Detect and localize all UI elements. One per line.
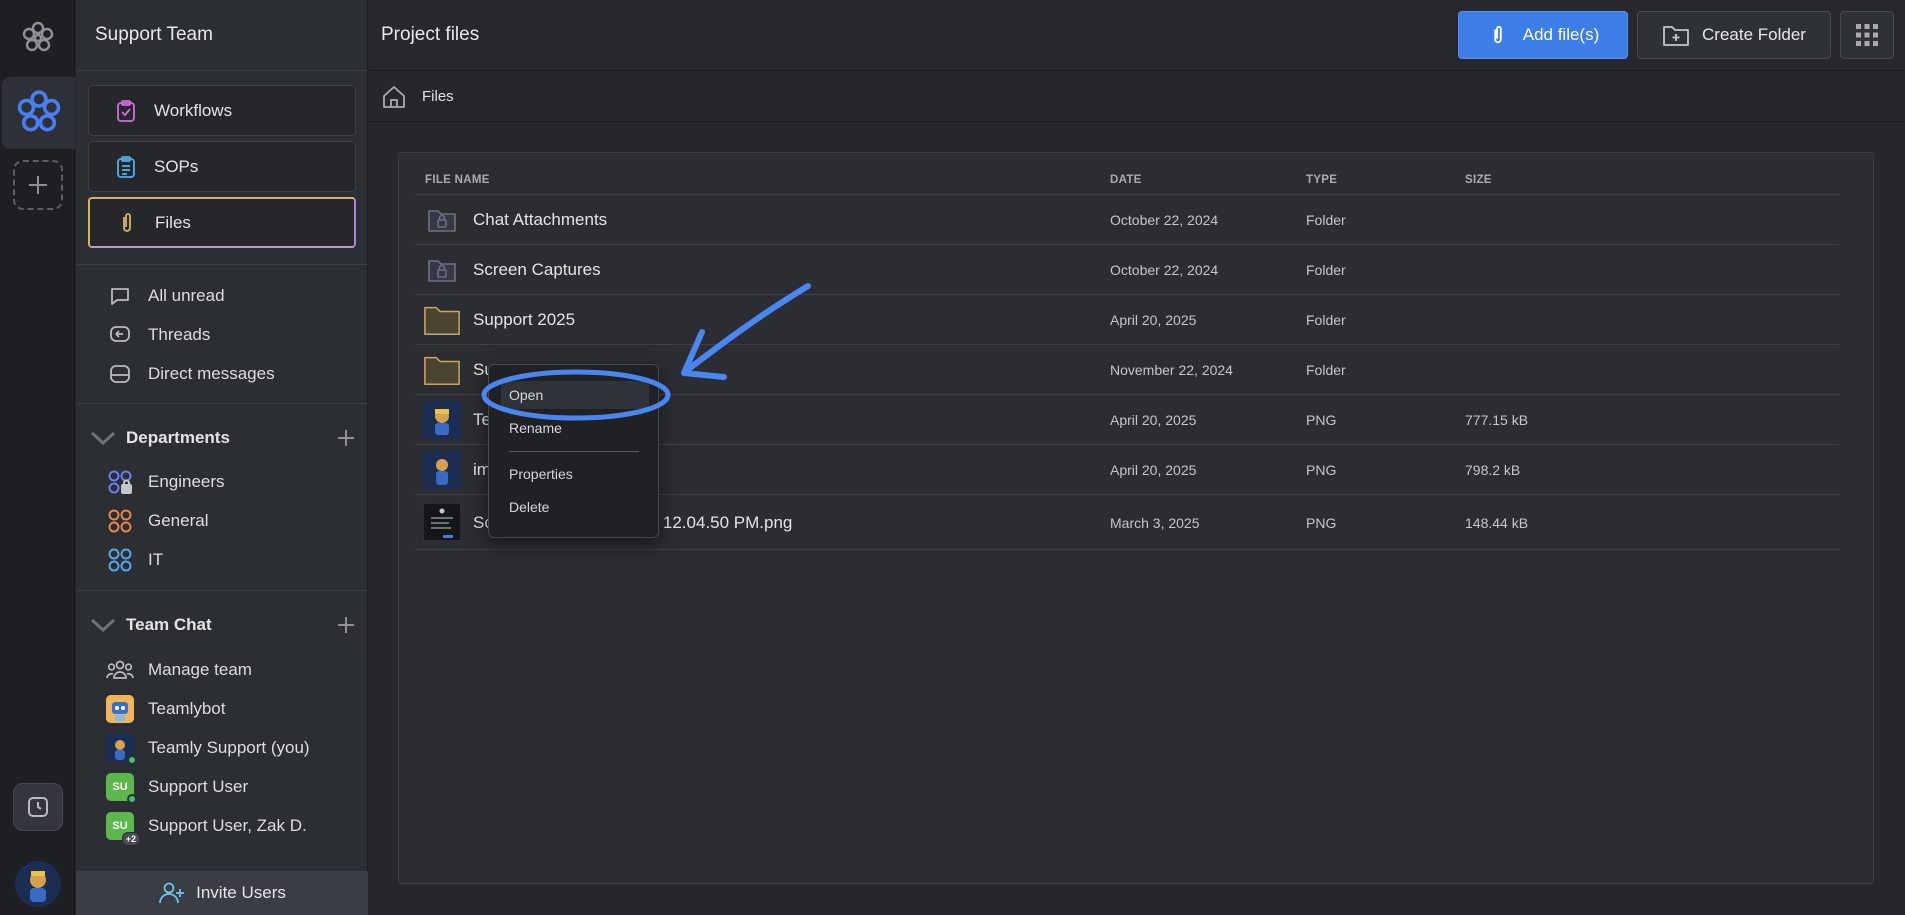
users-icon [106,660,134,679]
sidebar-item-it[interactable]: IT [106,546,163,574]
user-avatar [106,734,137,765]
paperclip-icon [123,212,131,232]
menu-item-rename[interactable]: Rename [509,420,562,436]
image-thumbnail [423,451,461,489]
nav-sops-label: SOPs [154,156,199,176]
sidebar-item-direct-messages[interactable]: Direct messages [106,360,275,388]
context-menu: Open Rename Properties Delete [488,364,659,538]
sidebar-item-manage-team[interactable]: Manage team [106,656,252,684]
flower-workspace-icon [17,90,60,132]
column-date[interactable]: DATE [1110,174,1142,186]
divider [76,70,368,71]
file-name-tail: at 12.04.50 PM.png [644,513,793,532]
history-button[interactable] [13,783,63,831]
add-workspace-button[interactable] [13,160,63,210]
column-file-name[interactable]: FILE NAME [425,174,490,186]
menu-item-properties[interactable]: Properties [509,466,573,482]
nav-sops[interactable]: SOPs [88,141,356,192]
column-size[interactable]: SIZE [1465,174,1492,186]
team-title: Support Team [95,24,213,45]
create-folder-button[interactable]: Create Folder [1637,11,1831,59]
grid-view-button[interactable] [1840,11,1894,59]
initials-avatar: SU [106,773,137,804]
paperclip-icon [1494,25,1502,44]
inbox-icon [110,365,130,383]
member-count-badge: +2 [121,832,140,846]
sidebar-item-teamly-support[interactable]: Teamly Support (you) [106,734,310,765]
breadcrumb: Files [369,72,1905,122]
nav-files[interactable]: Files [88,197,356,248]
folder-plus-icon [1663,26,1689,46]
bot-avatar [106,695,134,723]
flower-logo-icon[interactable] [20,20,56,56]
add-chat-button[interactable] [334,613,358,637]
table-header: FILE NAME DATE TYPE SIZE [415,167,1839,195]
menu-divider [509,451,639,452]
department-icon [108,509,132,533]
page-title: Project files [381,24,480,45]
chevron-down-icon [90,431,116,446]
image-thumbnail [423,401,461,439]
clipboard-check-icon [117,99,135,122]
clock-icon [28,797,48,817]
grid-icon [1856,24,1878,46]
sidebar-item-threads[interactable]: Threads [106,321,210,349]
plus-icon [29,176,47,194]
sidebar-item-engineers[interactable]: Engineers [106,468,225,496]
sidebar: Support Team Workflows SOPs Files All un… [76,0,368,915]
table-row[interactable]: Chat Attachments October 22, 2024 Folder [415,195,1839,245]
department-icon [108,548,132,572]
table-row[interactable]: Support 2025 April 20, 2025 Folder [415,295,1839,345]
add-department-button[interactable] [334,426,358,450]
folder-icon [423,301,461,339]
folder-icon [423,351,461,389]
team-chat-header[interactable]: Team Chat [88,610,358,640]
table-row[interactable]: Screen Captures October 22, 2024 Folder [415,245,1839,295]
user-avatar[interactable] [15,861,61,907]
top-bar: Project files Add file(s) Create Folder [369,0,1905,71]
add-files-button[interactable]: Add file(s) [1458,11,1628,59]
divider [76,264,368,265]
breadcrumb-files[interactable]: Files [422,88,454,105]
sidebar-item-teamlybot[interactable]: Teamlybot [106,695,225,723]
divider [76,590,368,591]
nav-workflows-label: Workflows [154,100,233,120]
user-plus-icon [159,882,185,904]
sidebar-item-all-unread[interactable]: All unread [106,282,225,310]
workspace-support-team[interactable] [2,77,75,149]
menu-item-delete[interactable]: Delete [509,499,549,515]
sidebar-item-support-user[interactable]: SU Support User [106,773,248,804]
home-icon[interactable] [381,84,407,110]
locked-folder-icon [423,251,461,289]
sidebar-item-general[interactable]: General [106,507,208,535]
menu-item-open[interactable]: Open [509,387,543,403]
reply-icon [110,326,130,342]
locked-folder-icon [423,201,461,239]
screenshot-thumbnail [423,503,461,541]
nav-workflows[interactable]: Workflows [88,85,356,136]
divider [76,403,368,404]
plus-icon [338,430,354,446]
chevron-down-icon [90,618,116,633]
clipboard-list-icon [117,155,135,178]
nav-files-label: Files [155,212,191,232]
invite-users-button[interactable]: Invite Users [76,871,368,915]
message-square-icon [111,288,129,305]
column-type[interactable]: TYPE [1306,174,1337,186]
initials-avatar: SU +2 [106,812,140,846]
sidebar-item-group-chat[interactable]: SU +2 Support User, Zak D. [106,812,307,846]
departments-header[interactable]: Departments [88,423,358,453]
workspace-rail [0,0,75,915]
department-lock-icon [108,470,132,494]
plus-icon [338,617,354,633]
